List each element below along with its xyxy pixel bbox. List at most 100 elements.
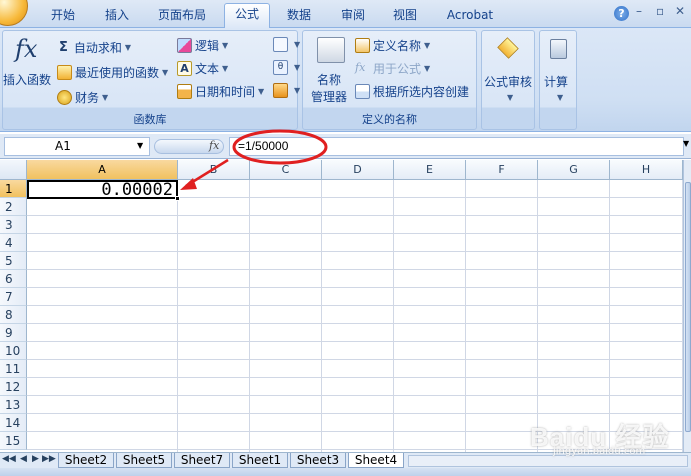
row-header-15[interactable]: 15	[0, 432, 27, 450]
column-header-e[interactable]: E	[394, 160, 466, 180]
logical-button[interactable]: 逻辑 ▼	[177, 37, 228, 54]
row-header-14[interactable]: 14	[0, 414, 27, 432]
chevron-down-icon: ▼	[507, 93, 514, 102]
row-header-8[interactable]: 8	[0, 306, 27, 324]
sheet-tab[interactable]: Sheet5	[116, 453, 172, 468]
insert-function-icon[interactable]: fx	[15, 35, 45, 65]
tab-review[interactable]: 审阅	[332, 5, 374, 27]
vertical-scroll-thumb[interactable]	[685, 182, 691, 432]
row-header-10[interactable]: 10	[0, 342, 27, 360]
tab-home[interactable]: 开始	[42, 5, 84, 27]
table-grid-icon	[355, 84, 370, 99]
row-header-6[interactable]: 6	[0, 270, 27, 288]
tab-formulas[interactable]: 公式	[224, 3, 270, 29]
column-gridline	[537, 180, 538, 452]
chevron-down-icon: ▼	[294, 63, 301, 72]
column-header-g[interactable]: G	[538, 160, 610, 180]
name-manager-button[interactable]: 名称	[317, 71, 341, 88]
column-header-h[interactable]: H	[610, 160, 683, 180]
close-window-icon[interactable]: ✕	[675, 4, 685, 18]
use-in-formula-button[interactable]: fx 用于公式 ▼	[355, 60, 430, 77]
chevron-down-icon: ▼	[162, 68, 169, 77]
prev-sheet-icon[interactable]: ◀	[20, 454, 27, 464]
column-gridline	[249, 180, 250, 452]
row-header-13[interactable]: 13	[0, 396, 27, 414]
use-in-formula-label: 用于公式	[373, 62, 422, 76]
formula-auditing-label: 公式审核	[484, 75, 533, 89]
text-a-icon: A	[177, 61, 192, 76]
text-button[interactable]: A 文本 ▼	[177, 60, 228, 77]
name-manager-button-line2[interactable]: 管理器	[311, 88, 347, 105]
sheet-tab[interactable]: Sheet1	[232, 453, 288, 468]
calculation-group[interactable]: 计算 ▼	[539, 30, 577, 130]
row-header-4[interactable]: 4	[0, 234, 27, 252]
vertical-scrollbar[interactable]	[683, 160, 691, 452]
row-header-11[interactable]: 11	[0, 360, 27, 378]
tab-insert[interactable]: 插入	[96, 5, 138, 27]
column-header-c[interactable]: C	[250, 160, 322, 180]
magnifier-icon	[273, 37, 288, 52]
restore-window-icon[interactable]: ▫	[656, 4, 664, 18]
text-label: 文本	[195, 62, 220, 76]
chevron-down-icon: ▼	[294, 40, 301, 49]
horizontal-scrollbar[interactable]	[408, 455, 688, 467]
insert-function-button[interactable]: 插入函数	[3, 71, 51, 88]
fx-small-icon: fx	[355, 61, 366, 74]
tab-page-layout[interactable]: 页面布局	[150, 5, 214, 27]
tab-data[interactable]: 数据	[278, 5, 320, 27]
more-functions-button[interactable]: ▼	[273, 83, 300, 98]
worksheet-grid[interactable]: ABCDEFGH 1 2 3 4 5 6 7 8 9 10 11 12 13 14 15 0.00002	[0, 160, 683, 452]
date-time-button[interactable]: 日期和时间 ▼	[177, 83, 264, 100]
row-header-2[interactable]: 2	[0, 198, 27, 216]
name-manager-icon[interactable]	[317, 37, 345, 63]
column-header-d[interactable]: D	[322, 160, 394, 180]
row-header-9[interactable]: 9	[0, 324, 27, 342]
row-gridline	[27, 377, 683, 378]
coins-icon	[57, 90, 72, 105]
fill-handle[interactable]	[175, 196, 180, 201]
row-gridline	[27, 215, 683, 216]
tab-view[interactable]: 视图	[384, 5, 426, 27]
first-sheet-icon[interactable]: ◀◀	[2, 454, 16, 464]
column-header-a[interactable]: A	[27, 160, 178, 180]
define-name-button[interactable]: 定义名称 ▼	[355, 37, 430, 54]
calendar-icon	[177, 84, 192, 99]
recently-used-label: 最近使用的函数	[75, 66, 160, 80]
row-header-12[interactable]: 12	[0, 378, 27, 396]
column-header-f[interactable]: F	[466, 160, 538, 180]
sheet-tab-active[interactable]: Sheet4	[348, 453, 404, 468]
math-trig-button[interactable]: θ ▼	[273, 60, 300, 75]
row-gridline	[27, 341, 683, 342]
chevron-down-icon: ▼	[424, 64, 431, 73]
create-from-selection-button[interactable]: 根据所选内容创建	[355, 83, 469, 100]
lookup-reference-button[interactable]: ▼	[273, 37, 300, 52]
sheet-tab[interactable]: Sheet7	[174, 453, 230, 468]
autosum-button[interactable]: Σ 自动求和 ▼	[59, 39, 131, 56]
formula-auditing-group[interactable]: 公式审核 ▼	[481, 30, 535, 130]
last-sheet-icon[interactable]: ▶▶	[42, 454, 56, 464]
recently-used-button[interactable]: 最近使用的函数 ▼	[57, 64, 168, 81]
sheet-tab[interactable]: Sheet3	[290, 453, 346, 468]
tab-acrobat[interactable]: Acrobat	[438, 5, 502, 27]
help-icon[interactable]: ?	[614, 6, 629, 21]
next-sheet-icon[interactable]: ▶	[32, 454, 39, 464]
formula-input[interactable]: =1/50000	[229, 137, 684, 156]
office-button[interactable]	[0, 0, 28, 26]
name-box[interactable]: A1	[4, 137, 150, 156]
chevron-down-icon[interactable]: ▼	[137, 141, 143, 150]
row-header-1[interactable]: 1	[0, 180, 27, 198]
row-header-7[interactable]: 7	[0, 288, 27, 306]
column-gridline	[393, 180, 394, 452]
expand-formula-bar-icon[interactable]: ▼	[683, 139, 689, 148]
row-header-5[interactable]: 5	[0, 252, 27, 270]
active-cell-a1[interactable]: 0.00002	[27, 180, 178, 199]
minimize-ribbon-icon[interactable]: –	[636, 4, 642, 18]
column-header-b[interactable]: B	[178, 160, 250, 180]
function-library-group: fx 插入函数 Σ 自动求和 ▼ 最近使用的函数 ▼ 财务 ▼ 逻辑 ▼ A 文…	[2, 30, 300, 130]
ribbon-formulas: fx 插入函数 Σ 自动求和 ▼ 最近使用的函数 ▼ 财务 ▼ 逻辑 ▼ A 文…	[0, 28, 691, 132]
sheet-tab[interactable]: Sheet2	[58, 453, 114, 468]
financial-button[interactable]: 财务 ▼	[57, 89, 108, 106]
insert-function-fx-button[interactable]: fx	[209, 139, 219, 152]
chevron-down-icon: ▼	[258, 87, 265, 96]
row-header-3[interactable]: 3	[0, 216, 27, 234]
